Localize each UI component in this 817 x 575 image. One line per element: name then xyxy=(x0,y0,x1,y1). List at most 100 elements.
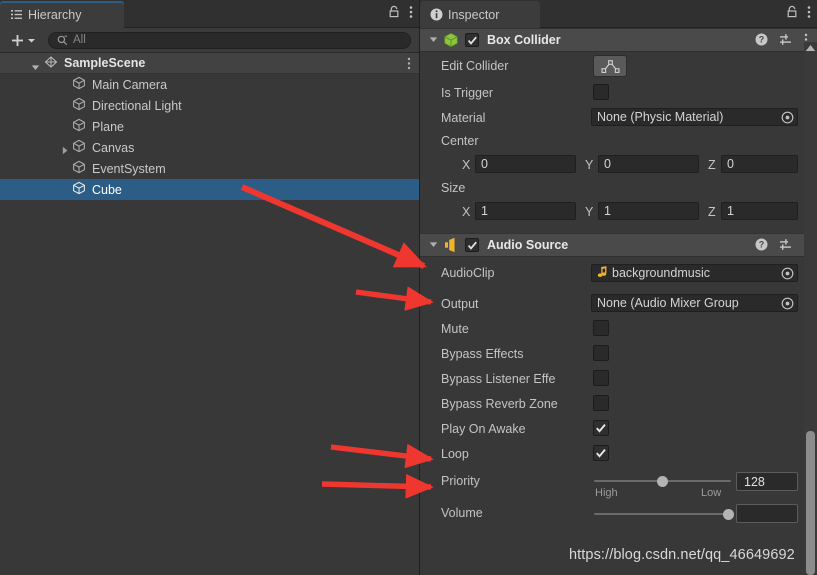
row-bypass-listener-effects: Bypass Listener Effe xyxy=(420,366,817,391)
tab-hierarchy-label: Hierarchy xyxy=(28,7,82,22)
row-material: Material None (Physic Material) xyxy=(420,105,817,130)
bypass-effects-checkbox[interactable] xyxy=(593,345,609,361)
size-z-input[interactable]: 1 xyxy=(721,202,798,220)
scene-foldout-icon[interactable] xyxy=(31,61,40,75)
canvas-foldout-icon[interactable] xyxy=(61,144,69,158)
hierarchy-item-eventsystem[interactable]: EventSystem xyxy=(0,158,419,179)
unity-editor-window: Hierarchy All SampleScene Main Camera Di… xyxy=(0,0,817,575)
help-icon[interactable]: ? xyxy=(755,238,768,254)
row-mute: Mute xyxy=(420,316,817,341)
size-z-value: 1 xyxy=(727,204,734,218)
panel-menu-kebab-icon[interactable] xyxy=(807,5,811,24)
inspector-panel: Inspector Box Collider ? Edit Collider I… xyxy=(419,0,817,575)
component-header-actions: ? xyxy=(755,234,808,258)
hierarchy-item-canvas[interactable]: Canvas xyxy=(0,137,419,158)
inspector-scrollbar[interactable] xyxy=(804,42,817,575)
hierarchy-panel: Hierarchy All SampleScene Main Camera Di… xyxy=(0,0,419,575)
hierarchy-item-label: Main Camera xyxy=(92,77,168,92)
preset-icon[interactable] xyxy=(779,33,793,50)
row-is-trigger: Is Trigger xyxy=(420,80,817,105)
scene-root-row[interactable]: SampleScene xyxy=(0,53,419,74)
scene-menu-kebab-icon[interactable] xyxy=(407,57,411,73)
gameobject-cube-icon xyxy=(72,139,86,156)
audioclip-object-field[interactable]: backgroundmusic xyxy=(591,264,798,282)
row-priority: Priority High Low 128 xyxy=(420,466,817,501)
lock-icon[interactable] xyxy=(388,5,400,23)
inspector-scrollbar-thumb[interactable] xyxy=(806,431,815,575)
bypass-reverb-zones-checkbox[interactable] xyxy=(593,395,609,411)
center-z-input[interactable]: 0 xyxy=(721,155,798,173)
priority-slider-knob[interactable] xyxy=(657,476,668,487)
component-title: Box Collider xyxy=(487,33,561,47)
is-trigger-label: Is Trigger xyxy=(441,85,494,100)
bypass-listener-effects-label: Bypass Listener Effe xyxy=(441,371,556,386)
priority-number-input[interactable]: 128 xyxy=(736,472,798,491)
component-header-actions: ? xyxy=(755,29,808,53)
priority-label: Priority xyxy=(441,474,480,488)
row-bypass-effects: Bypass Effects xyxy=(420,341,817,366)
hierarchy-item-cube[interactable]: Cube xyxy=(0,179,419,200)
audio-source-speaker-icon xyxy=(443,237,459,253)
mute-checkbox[interactable] xyxy=(593,320,609,336)
bypass-listener-effects-checkbox[interactable] xyxy=(593,370,609,386)
tab-inspector[interactable]: Inspector xyxy=(420,1,540,28)
create-object-button[interactable] xyxy=(6,33,40,48)
is-trigger-checkbox[interactable] xyxy=(593,84,609,100)
volume-number-input[interactable] xyxy=(736,504,798,523)
hierarchy-item-label: Canvas xyxy=(92,140,135,155)
row-bypass-reverb-zones: Bypass Reverb Zone xyxy=(420,391,817,416)
row-center-values: X 0 Y 0 Z 0 xyxy=(420,152,817,177)
material-object-field[interactable]: None (Physic Material) xyxy=(591,108,798,126)
bypass-effects-label: Bypass Effects xyxy=(441,346,524,361)
object-picker-icon[interactable] xyxy=(779,265,796,281)
object-picker-icon[interactable] xyxy=(779,109,796,125)
help-icon[interactable]: ? xyxy=(755,33,768,49)
size-label: Size xyxy=(441,181,466,195)
hierarchy-item-label: Cube xyxy=(92,182,122,197)
center-label: Center xyxy=(441,134,479,148)
scroll-up-arrow-icon[interactable] xyxy=(805,44,816,52)
object-picker-icon[interactable] xyxy=(779,295,796,311)
output-object-field[interactable]: None (Audio Mixer Group xyxy=(591,294,798,312)
scene-icon xyxy=(44,55,58,72)
component-header-audio-source[interactable]: Audio Source ? xyxy=(420,233,817,257)
center-x-input[interactable]: 0 xyxy=(475,155,576,173)
panel-menu-kebab-icon[interactable] xyxy=(409,5,413,24)
edit-collider-label: Edit Collider xyxy=(441,59,509,73)
row-output: Output None (Audio Mixer Group xyxy=(420,291,817,316)
audio-source-enabled-checkbox[interactable] xyxy=(465,238,479,252)
preset-icon[interactable] xyxy=(779,238,793,255)
priority-low-label: Low xyxy=(701,487,722,499)
hierarchy-tab-actions xyxy=(388,0,413,28)
play-on-awake-checkbox[interactable] xyxy=(593,420,609,436)
audioclip-value: backgroundmusic xyxy=(612,266,710,280)
hierarchy-item-main-camera[interactable]: Main Camera xyxy=(0,74,419,95)
box-collider-enabled-checkbox[interactable] xyxy=(465,33,479,47)
foldout-open-icon[interactable] xyxy=(429,238,438,252)
svg-text:?: ? xyxy=(759,35,765,45)
loop-label: Loop xyxy=(441,446,469,461)
row-audioclip: AudioClip backgroundmusic xyxy=(420,257,817,291)
loop-checkbox[interactable] xyxy=(593,445,609,461)
gameobject-cube-icon xyxy=(72,118,86,135)
hierarchy-item-plane[interactable]: Plane xyxy=(0,116,419,137)
volume-slider-track[interactable] xyxy=(594,513,731,515)
center-y-input[interactable]: 0 xyxy=(598,155,699,173)
edit-collider-button[interactable] xyxy=(593,55,627,77)
output-value: None (Audio Mixer Group xyxy=(597,296,739,310)
material-label: Material xyxy=(441,110,486,125)
hierarchy-search-input[interactable]: All xyxy=(48,31,411,49)
size-y-input[interactable]: 1 xyxy=(598,202,699,220)
lock-icon[interactable] xyxy=(786,5,798,23)
hierarchy-item-directional-light[interactable]: Directional Light xyxy=(0,95,419,116)
output-label: Output xyxy=(441,296,479,311)
hierarchy-item-label: EventSystem xyxy=(92,161,166,176)
inspector-tabbar: Inspector xyxy=(420,0,817,28)
component-header-box-collider[interactable]: Box Collider ? xyxy=(420,28,817,52)
size-x-input[interactable]: 1 xyxy=(475,202,576,220)
hierarchy-list-icon xyxy=(10,8,23,21)
volume-slider-knob[interactable] xyxy=(723,509,734,520)
tab-hierarchy[interactable]: Hierarchy xyxy=(0,1,124,28)
center-x-value: 0 xyxy=(481,157,488,171)
foldout-open-icon[interactable] xyxy=(429,33,438,47)
